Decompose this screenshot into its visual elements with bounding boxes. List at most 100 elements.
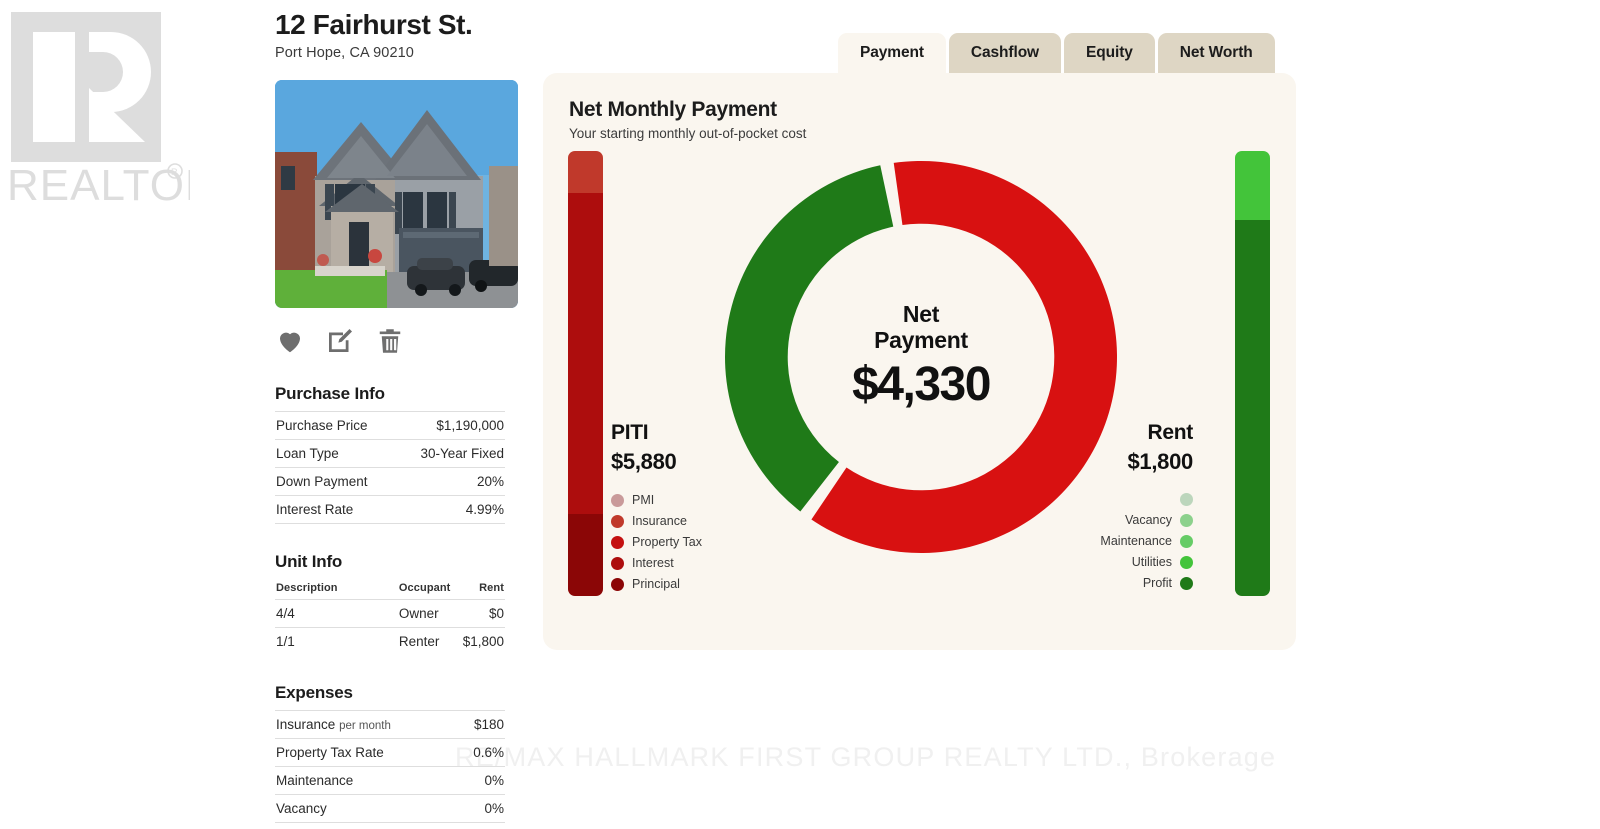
table-row: Utilities per unit per month $250 (275, 823, 505, 829)
cell-occupant: Owner (398, 606, 439, 622)
tab-equity[interactable]: Equity (1064, 33, 1155, 73)
table-row: Maintenance 0% (275, 767, 505, 795)
table-row: Insurance per month $180 (275, 710, 505, 739)
pencil-square-icon[interactable] (325, 326, 355, 356)
row-value: 30-Year Fixed (420, 446, 504, 462)
rent-stacked-bar (1235, 151, 1270, 596)
legend-item: PMI (611, 493, 654, 507)
tab-cashflow[interactable]: Cashflow (948, 33, 1062, 73)
row-label: Insurance per month (276, 717, 391, 733)
table-row: Purchase Price $1,190,000 (275, 411, 505, 440)
property-photo[interactable] (275, 80, 518, 309)
bar-segment (1235, 219, 1270, 596)
realtor-logo-watermark: REALTOR R (5, 8, 190, 208)
legend-color-swatch (1180, 534, 1193, 548)
row-value: $180 (473, 717, 504, 733)
unit-info-title: Unit Info (275, 552, 343, 572)
cell-rent: $1,800 (462, 634, 504, 650)
unit-info-table: Description Occupant Rent 4/4 Owner $0 1… (275, 579, 505, 655)
legend-label: PMI (632, 493, 655, 507)
svg-text:R: R (171, 167, 178, 177)
property-location: Port Hope, CA 90210 (275, 45, 414, 62)
legend-color-swatch (1180, 513, 1193, 527)
legend-color-swatch (1180, 493, 1193, 506)
row-label: Utilities per unit per month (275, 823, 462, 829)
bar-segment (1235, 151, 1270, 220)
trash-icon[interactable] (375, 326, 405, 356)
piti-label: PITI (611, 421, 649, 444)
legend-label: Utilities (1131, 555, 1172, 569)
row-value: $250 (462, 823, 505, 829)
analysis-tabs: Payment Cashflow Equity Net Worth (838, 33, 1278, 73)
table-row: Property Tax Rate 0.6% (275, 739, 505, 767)
piti-stacked-bar (568, 151, 603, 596)
legend-label: Principal (632, 577, 680, 591)
cell-description: 1/1 (276, 634, 295, 650)
row-label: Down Payment (276, 474, 368, 490)
table-row: 4/4 Owner $0 (275, 599, 505, 628)
row-label: Loan Type (276, 446, 339, 462)
row-value: $1,190,000 (436, 418, 504, 434)
legend-item: Utilities (1132, 555, 1193, 569)
bar-segment (568, 151, 603, 194)
page-title: 12 Fairhurst St. (275, 9, 473, 40)
legend-color-swatch (1180, 576, 1193, 590)
legend-color-swatch (611, 535, 624, 549)
cell-occupant: Renter (398, 634, 440, 650)
row-value: 4.99% (465, 502, 504, 518)
property-actions (275, 326, 507, 356)
app-root: REALTOR R RE/MAX HALLMARK FIRST GROUP RE… (0, 0, 1600, 829)
legend-item: Vacancy (1125, 513, 1193, 527)
purchase-info-title: Purchase Info (275, 384, 385, 404)
table-row: 1/1 Renter $1,800 (275, 627, 505, 656)
tab-payment[interactable]: Payment (838, 33, 946, 73)
legend-item: Property Tax (611, 535, 702, 549)
row-label: Interest Rate (276, 502, 354, 518)
legend-item: Profit (1143, 576, 1193, 590)
panel-title: Net Monthly Payment (569, 98, 777, 121)
brokerage-watermark: RE/MAX HALLMARK FIRST GROUP REALTY LTD.,… (455, 742, 1277, 772)
table-row: Interest Rate 4.99% (275, 496, 505, 524)
legend-color-swatch (611, 577, 624, 591)
expenses-table: Insurance per month $180 Property Tax Ra… (275, 710, 505, 829)
piti-value: $5,880 (611, 449, 677, 474)
legend-item: Interest (611, 556, 674, 570)
expenses-title: Expenses (275, 683, 353, 703)
row-label: Purchase Price (276, 418, 368, 434)
row-value: 0.6% (473, 745, 504, 761)
heart-icon[interactable] (275, 326, 305, 356)
row-label: Vacancy (276, 801, 327, 817)
bar-segment (568, 193, 603, 514)
column-header-occupant: Occupant (398, 582, 451, 595)
legend-color-swatch (611, 514, 624, 528)
legend-item: Insurance (611, 514, 687, 528)
legend-label: Vacancy (1124, 513, 1172, 527)
legend-label: Insurance (632, 514, 687, 528)
table-row: Vacancy 0% (275, 795, 505, 823)
legend-label: Property Tax (632, 535, 702, 549)
column-header-rent: Rent (479, 582, 504, 595)
piti-summary: PITI $5,880 (611, 421, 677, 475)
piti-legend: PMI Insurance Property Tax Interest Principa… (611, 493, 702, 591)
purchase-info-table: Purchase Price $1,190,000 Loan Type 30-Y… (275, 411, 505, 524)
legend-label: Profit (1142, 576, 1172, 590)
row-label: Maintenance (276, 773, 354, 789)
cell-description: 4/4 (276, 606, 295, 622)
legend-label: Interest (632, 556, 674, 570)
legend-color-swatch (611, 493, 624, 507)
property-sidebar: 12 Fairhurst St. Port Hope, CA 90210 Pur… (275, 0, 518, 829)
row-value: 0% (484, 801, 504, 817)
tab-net-worth[interactable]: Net Worth (1157, 33, 1275, 73)
column-header-description: Description (276, 582, 338, 595)
legend-item (1172, 493, 1193, 506)
legend-color-swatch (1180, 555, 1193, 569)
legend-item: Principal (611, 577, 680, 591)
row-value: 20% (476, 474, 504, 490)
table-header-row: Description Occupant Rent (275, 579, 505, 600)
net-payment-donut-chart: Net Payment $4,330 (720, 156, 1122, 558)
donut-segment-rent (725, 165, 894, 512)
row-suffix: per month (339, 720, 391, 733)
bar-segment (568, 513, 603, 596)
legend-color-swatch (611, 556, 624, 570)
cell-rent: $0 (488, 606, 504, 622)
